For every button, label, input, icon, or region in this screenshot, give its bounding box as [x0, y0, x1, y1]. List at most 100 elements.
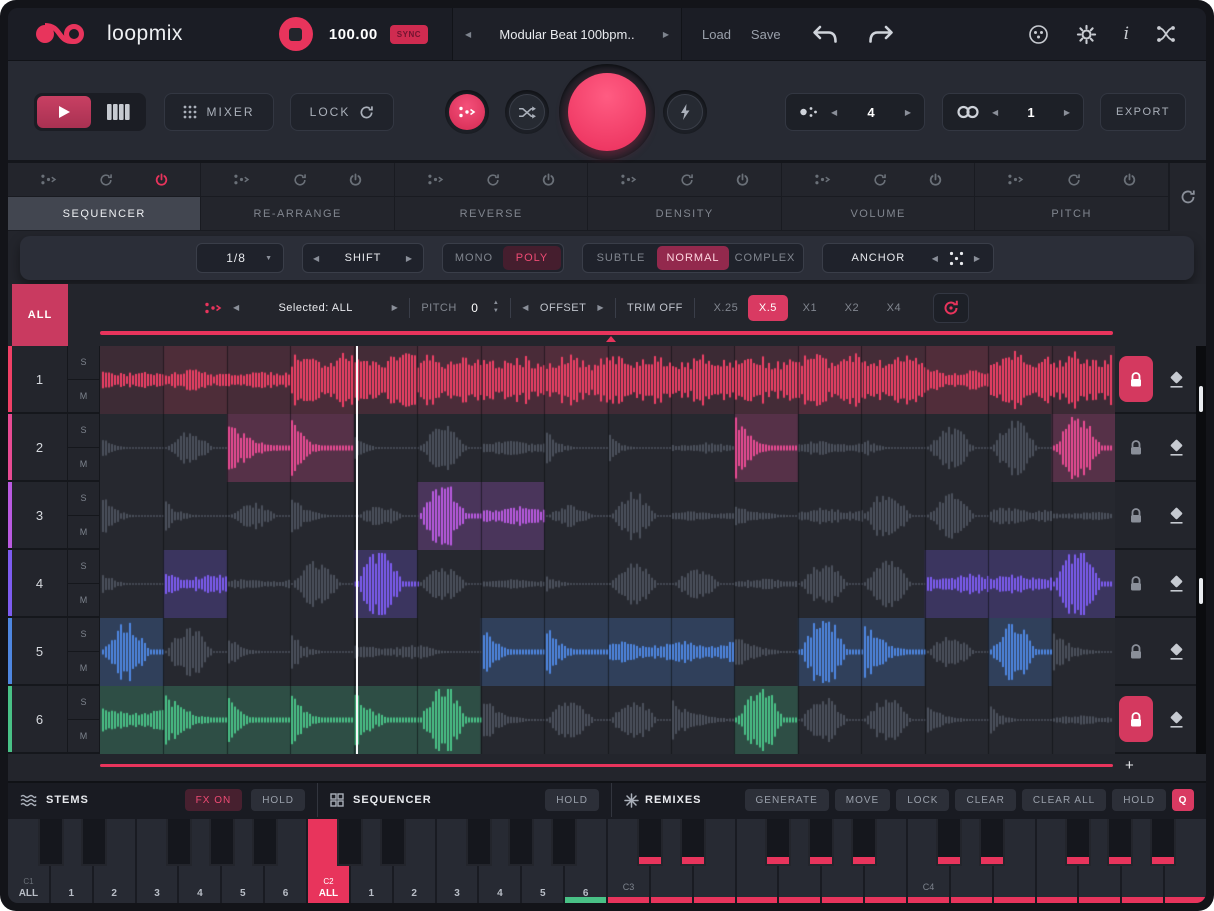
- voice-option-poly[interactable]: POLY: [503, 246, 561, 270]
- speed-button-x_25[interactable]: X.25: [706, 295, 746, 321]
- export-button[interactable]: EXPORT: [1100, 93, 1186, 131]
- track-erase-button[interactable]: [1168, 643, 1185, 660]
- selected-prev-icon[interactable]: ◀: [233, 303, 240, 312]
- rate-dropdown[interactable]: 1/8▼: [196, 243, 284, 273]
- routing-icon[interactable]: [1156, 24, 1176, 44]
- tab-pitch[interactable]: PITCH: [975, 197, 1168, 230]
- waveform-lane[interactable]: [100, 550, 1115, 616]
- sequencer-hold-button[interactable]: HOLD: [545, 789, 599, 811]
- move-button[interactable]: MOVE: [835, 789, 890, 811]
- black-key[interactable]: [765, 819, 791, 866]
- loop-range-bar[interactable]: [100, 331, 1113, 335]
- track-erase-button[interactable]: [1168, 371, 1185, 388]
- randomizer-ball-icon[interactable]: [1028, 24, 1049, 45]
- anchor-grid-icon[interactable]: [949, 251, 964, 266]
- offset-label[interactable]: OFFSET: [540, 302, 586, 314]
- black-key[interactable]: [551, 819, 577, 866]
- black-key[interactable]: [38, 819, 64, 866]
- rotate-button[interactable]: [933, 293, 969, 323]
- mute-button[interactable]: M: [68, 720, 99, 753]
- black-key[interactable]: [1150, 819, 1176, 866]
- clear-button[interactable]: CLEAR: [955, 789, 1015, 811]
- black-key[interactable]: [808, 819, 834, 866]
- waveform-lane[interactable]: [100, 618, 1115, 684]
- complexity-option-normal[interactable]: NORMAL: [657, 246, 729, 270]
- speed-button-x_5[interactable]: X.5: [748, 295, 788, 321]
- track-erase-button[interactable]: [1168, 575, 1185, 592]
- loop-range-bar-bottom[interactable]: [100, 764, 1113, 767]
- play-button[interactable]: [37, 96, 91, 128]
- selected-next-icon[interactable]: ▶: [392, 303, 399, 312]
- solo-button[interactable]: S: [68, 346, 99, 380]
- black-key[interactable]: [508, 819, 534, 866]
- global-refresh-icon[interactable]: [1169, 163, 1206, 231]
- black-key[interactable]: [466, 819, 492, 866]
- voice-option-mono[interactable]: MONO: [445, 246, 503, 270]
- cycle-prev-icon[interactable]: ◀: [992, 108, 998, 117]
- randomize-dots-icon[interactable]: [427, 173, 444, 186]
- pitch-value[interactable]: 0: [468, 301, 482, 315]
- undo-icon[interactable]: [811, 25, 838, 44]
- black-key[interactable]: [209, 819, 235, 866]
- power-icon[interactable]: [1123, 173, 1136, 187]
- preset-prev-icon[interactable]: ◀: [465, 30, 471, 39]
- randomize-dots-icon[interactable]: [40, 173, 57, 186]
- selected-track-label[interactable]: Selected: ALL: [251, 302, 381, 314]
- stems-hold-button[interactable]: HOLD: [251, 789, 305, 811]
- solo-button[interactable]: S: [68, 550, 99, 584]
- refresh-icon[interactable]: [486, 173, 500, 187]
- keyboard-mode-button[interactable]: [93, 104, 143, 120]
- track-number[interactable]: 5: [12, 618, 68, 684]
- pitch-stepper[interactable]: ▲▼: [493, 300, 499, 314]
- solo-button[interactable]: S: [68, 686, 99, 720]
- black-key[interactable]: [936, 819, 962, 866]
- black-key[interactable]: [1065, 819, 1091, 866]
- lock-button[interactable]: LOCK: [896, 789, 949, 811]
- power-icon[interactable]: [736, 173, 749, 187]
- refresh-icon[interactable]: [293, 173, 307, 187]
- black-key[interactable]: [252, 819, 278, 866]
- track-lock-button[interactable]: [1119, 628, 1153, 674]
- cycle-next-icon[interactable]: ▶: [1064, 108, 1070, 117]
- redo-icon[interactable]: [868, 25, 895, 44]
- track-lock-button[interactable]: [1119, 560, 1153, 606]
- black-key[interactable]: [680, 819, 706, 866]
- lock-button[interactable]: LOCK: [290, 93, 394, 131]
- speed-button-x4[interactable]: X4: [874, 295, 914, 321]
- clear-all-button[interactable]: CLEAR ALL: [1022, 789, 1106, 811]
- settings-gear-icon[interactable]: [1076, 24, 1097, 45]
- offset-right-icon[interactable]: ▶: [597, 303, 604, 312]
- track-number[interactable]: 2: [12, 414, 68, 480]
- mute-button[interactable]: M: [68, 380, 99, 413]
- black-key[interactable]: [337, 819, 363, 866]
- anchor-next-icon[interactable]: ▶: [974, 254, 981, 263]
- remix-dots-button[interactable]: [445, 90, 489, 134]
- refresh-icon[interactable]: [873, 173, 887, 187]
- division-prev-icon[interactable]: ◀: [831, 108, 837, 117]
- shift-right-icon[interactable]: ▶: [406, 254, 413, 263]
- black-key[interactable]: [380, 819, 406, 866]
- tab-volume[interactable]: VOLUME: [782, 197, 975, 230]
- track-lock-button[interactable]: [1119, 492, 1153, 538]
- power-icon[interactable]: [155, 173, 168, 187]
- offset-left-icon[interactable]: ◀: [522, 303, 529, 312]
- track-lock-button[interactable]: [1119, 696, 1153, 742]
- stop-button[interactable]: [279, 17, 313, 51]
- scroll-handle[interactable]: [1199, 386, 1203, 412]
- refresh-icon[interactable]: [99, 173, 113, 187]
- mixer-button[interactable]: MIXER: [164, 93, 274, 131]
- waveform-lane[interactable]: [100, 414, 1115, 480]
- track-number[interactable]: 6: [12, 686, 68, 752]
- track-erase-button[interactable]: [1168, 439, 1185, 456]
- refresh-icon[interactable]: [680, 173, 694, 187]
- tab-sequencer[interactable]: SEQUENCER: [8, 197, 201, 230]
- track-lock-button[interactable]: [1119, 424, 1153, 470]
- shuffle-button[interactable]: [505, 90, 549, 134]
- mute-button[interactable]: M: [68, 584, 99, 617]
- speed-button-x2[interactable]: X2: [832, 295, 872, 321]
- tab-reverse[interactable]: REVERSE: [395, 197, 588, 230]
- load-button[interactable]: Load: [702, 27, 731, 42]
- preset-name[interactable]: Modular Beat 100bpm..: [479, 27, 655, 42]
- complexity-option-complex[interactable]: COMPLEX: [729, 246, 801, 270]
- info-icon[interactable]: i: [1124, 24, 1129, 44]
